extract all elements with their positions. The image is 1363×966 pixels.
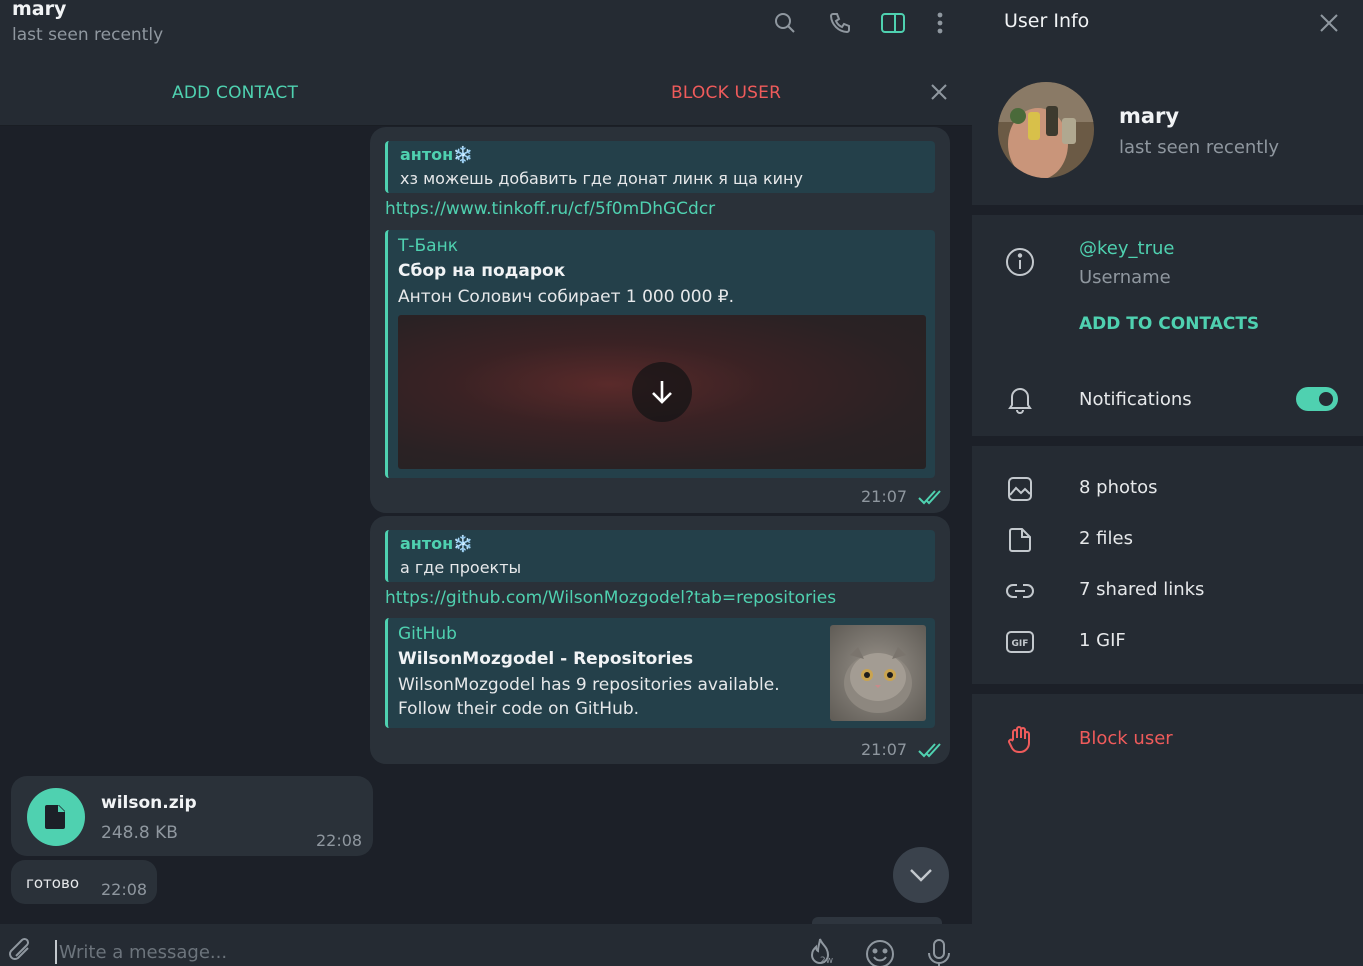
block-user-button[interactable]: Block user — [1079, 728, 1173, 749]
chat-title[interactable]: mary — [12, 0, 66, 20]
preview-site: Т-Банк — [398, 236, 458, 256]
notifications-toggle[interactable] — [1296, 387, 1338, 411]
svg-text:GIF: GIF — [1012, 639, 1029, 649]
message-bubble[interactable]: антон❄️ хз можешь добавить где донат лин… — [370, 127, 950, 513]
shared-files-link[interactable]: 2 files — [1079, 528, 1133, 549]
text-cursor — [55, 940, 57, 964]
message-link[interactable]: https://www.tinkoff.ru/cf/5f0mDhGCdcr — [385, 199, 715, 219]
reply-author: антон❄️ — [400, 145, 474, 164]
scroll-down-button[interactable] — [893, 847, 949, 903]
search-icon[interactable] — [770, 8, 800, 38]
chevron-down-icon — [910, 869, 932, 882]
panel-title: User Info — [1004, 10, 1090, 32]
chat-area: mary last seen recently ADD CONTACT BLOC… — [0, 0, 972, 966]
telegram-window: mary last seen recently ADD CONTACT BLOC… — [0, 0, 1363, 966]
file-name: wilson.zip — [101, 793, 197, 813]
info-icon — [1004, 246, 1036, 278]
emoji-icon[interactable] — [864, 938, 896, 966]
photo-icon — [1004, 473, 1036, 505]
shared-gifs-link[interactable]: 1 GIF — [1079, 630, 1126, 651]
link-preview[interactable]: Т-Банк Сбор на подарок Антон Солович соб… — [385, 230, 935, 478]
reply-text: хз можешь добавить где донат линк я ща к… — [400, 169, 803, 188]
scheduled-badge: 2w — [820, 956, 834, 966]
chat-header: mary last seen recently — [0, 0, 972, 60]
user-info-panel: User Info mary last seen recently @key_t… — [972, 0, 1363, 966]
reply-text: а где проекты — [400, 558, 522, 577]
close-icon[interactable] — [927, 80, 951, 104]
phone-icon[interactable] — [825, 8, 855, 38]
reply-author: антон❄️ — [400, 534, 474, 553]
preview-site: GitHub — [398, 624, 457, 644]
message-input[interactable]: Write a message... — [59, 942, 227, 963]
shared-links-link[interactable]: 7 shared links — [1079, 579, 1204, 600]
preview-title: WilsonMozgodel - Repositories — [398, 649, 694, 669]
message-bubble[interactable]: антон❄️ а где проекты https://github.com… — [370, 516, 950, 764]
username-label: Username — [1079, 267, 1171, 288]
file-size: 248.8 KB — [101, 823, 178, 843]
shared-photos-link[interactable]: 8 photos — [1079, 477, 1157, 498]
message-time: 21:07 — [861, 740, 908, 759]
add-to-contacts-button[interactable]: ADD TO CONTACTS — [1079, 314, 1259, 334]
avatar[interactable] — [998, 82, 1094, 178]
file-message[interactable]: wilson.zip 248.8 KB 22:08 — [11, 776, 373, 856]
read-check-icon — [918, 743, 941, 758]
user-status: last seen recently — [1119, 137, 1280, 158]
close-panel-icon[interactable] — [1316, 10, 1342, 36]
divider — [972, 684, 1363, 694]
link-preview[interactable]: GitHub WilsonMozgodel - Repositories Wil… — [385, 618, 935, 728]
read-check-icon — [918, 490, 941, 505]
preview-title: Сбор на подарок — [398, 261, 566, 281]
message-bubble[interactable]: готово 22:08 — [11, 860, 157, 904]
reply-quote[interactable]: антон❄️ хз можешь добавить где донат лин… — [385, 141, 935, 193]
preview-description: WilsonMozgodel has 9 repositories availa… — [398, 673, 780, 721]
gif-icon: GIF — [1004, 626, 1036, 658]
scheduled-fire-icon[interactable]: 2w — [804, 936, 836, 966]
preview-description-line: Follow their code on GitHub. — [398, 699, 640, 719]
divider — [972, 436, 1363, 446]
message-link[interactable]: https://github.com/WilsonMozgodel?tab=re… — [385, 588, 836, 608]
message-text: готово — [26, 874, 79, 892]
username-value[interactable]: @key_true — [1079, 238, 1174, 259]
microphone-icon[interactable] — [924, 938, 954, 966]
preview-description: Антон Солович собирает 1 000 000 ₽. — [398, 287, 735, 307]
download-icon[interactable] — [632, 362, 692, 422]
message-time: 21:07 — [861, 487, 908, 506]
preview-description-line: WilsonMozgodel has 9 repositories availa… — [398, 675, 780, 695]
sidebar-toggle-icon[interactable] — [878, 8, 908, 38]
notifications-label: Notifications — [1079, 389, 1192, 410]
contact-action-bar: ADD CONTACT BLOCK USER — [0, 60, 972, 126]
block-user-button[interactable]: BLOCK USER — [671, 83, 781, 103]
user-name: mary — [1119, 104, 1180, 128]
preview-image[interactable] — [398, 315, 926, 469]
reply-quote[interactable]: антон❄️ а где проекты — [385, 530, 935, 582]
preview-thumbnail[interactable] — [830, 625, 926, 721]
message-composer: Write a message... 2w — [0, 924, 972, 966]
hand-stop-icon — [1004, 723, 1036, 755]
attach-icon[interactable] — [6, 936, 36, 966]
file-icon — [1004, 524, 1036, 556]
divider — [972, 205, 1363, 215]
more-menu-icon[interactable] — [925, 8, 955, 38]
chat-status: last seen recently — [12, 25, 164, 45]
add-contact-button[interactable]: ADD CONTACT — [172, 83, 298, 103]
link-icon — [1004, 575, 1036, 607]
bell-icon — [1004, 383, 1036, 415]
file-icon[interactable] — [27, 788, 85, 846]
message-time: 22:08 — [101, 880, 148, 899]
message-time: 22:08 — [316, 831, 363, 850]
